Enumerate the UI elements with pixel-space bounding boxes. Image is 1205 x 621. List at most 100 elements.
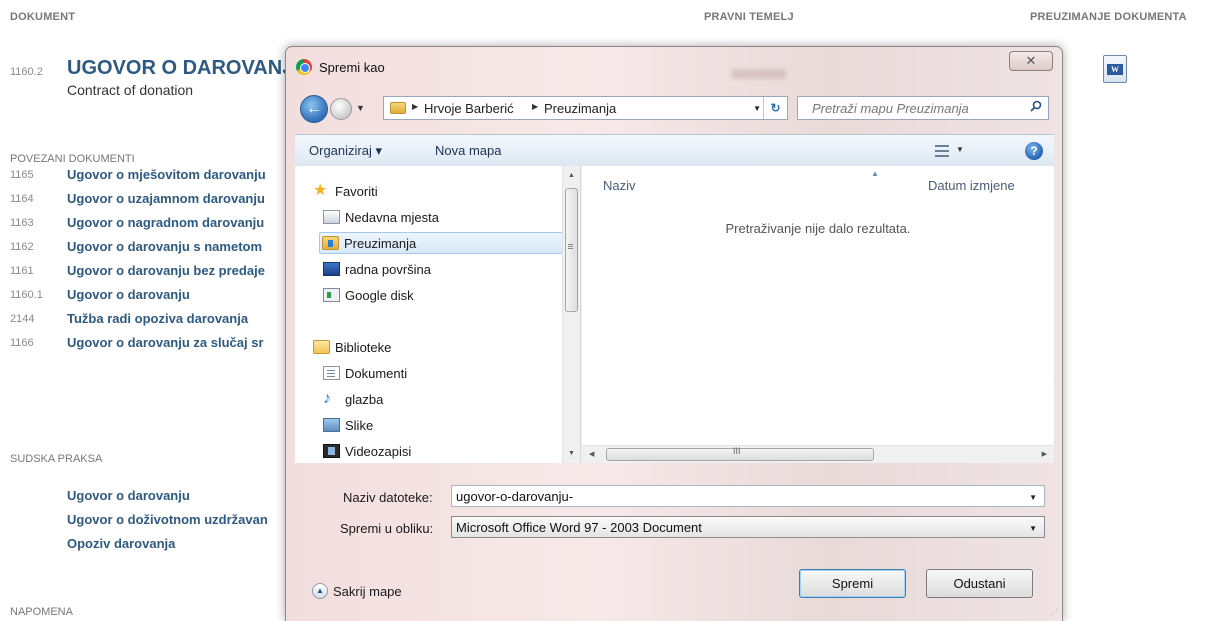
- related-number: 1162: [10, 241, 34, 253]
- desktop-icon: [323, 262, 340, 276]
- dialog-toolbar: Organiziraj ▾ Nova mapa ▼ ?: [295, 134, 1054, 166]
- nav-item-recent[interactable]: Nedavna mjesta: [321, 207, 561, 229]
- nav-label: Favoriti: [335, 184, 378, 199]
- hscroll-thumb[interactable]: III: [606, 446, 874, 461]
- related-link[interactable]: Ugovor o nagradnom darovanju: [67, 215, 264, 230]
- scroll-right-icon[interactable]: ▶: [1042, 450, 1047, 458]
- document-title: UGOVOR O DAROVANJ: [67, 57, 294, 79]
- scroll-down-icon[interactable]: ▼: [568, 450, 575, 457]
- case-law-link[interactable]: Ugovor o darovanju: [67, 488, 190, 503]
- nav-label: glazba: [345, 392, 384, 407]
- related-number: 2144: [10, 313, 35, 325]
- address-dropdown-icon[interactable]: ▼: [753, 104, 761, 113]
- file-list[interactable]: Naziv ▲ Datum izmjene Pretraživanje nije…: [582, 166, 1054, 463]
- nav-item-pictures[interactable]: Slike: [321, 415, 561, 437]
- refresh-icon[interactable]: ↻: [763, 97, 787, 119]
- resize-grip-icon[interactable]: ⋰: [1050, 608, 1058, 617]
- cancel-button[interactable]: Odustani: [926, 569, 1033, 598]
- search-icon[interactable]: [1030, 100, 1042, 112]
- hscroll-grip: III: [733, 446, 741, 456]
- related-link[interactable]: Ugovor o darovanju: [67, 287, 190, 302]
- organize-menu[interactable]: Organiziraj ▾: [309, 143, 382, 159]
- nav-label: Dokumenti: [345, 366, 408, 381]
- empty-result-message: Pretraživanje nije dalo rezultata.: [725, 221, 911, 236]
- address-bar[interactable]: ▶ Hrvoje Barberić ▶ Preuzimanja ▼ ↻: [383, 96, 788, 120]
- forward-button[interactable]: [330, 98, 352, 120]
- music-icon: ♪: [323, 390, 331, 407]
- nav-item-google-disk[interactable]: Google disk: [321, 285, 561, 307]
- nav-label: Videozapisi: [345, 444, 412, 459]
- pictures-icon: [323, 418, 340, 432]
- nav-item-music[interactable]: ♪ glazba: [321, 389, 561, 411]
- breadcrumb-arrow-icon[interactable]: ▶: [532, 102, 538, 111]
- related-number: 1166: [10, 337, 34, 349]
- nav-label: Google disk: [345, 288, 414, 303]
- blurred-text: [731, 69, 786, 79]
- related-number: 1161: [10, 265, 34, 277]
- breadcrumb-user[interactable]: Hrvoje Barberić: [424, 101, 514, 116]
- nav-item-documents[interactable]: Dokumenti: [321, 363, 561, 385]
- nav-label: Preuzimanja: [344, 236, 417, 251]
- case-law-link[interactable]: Ugovor o doživotnom uzdržavan: [67, 512, 268, 527]
- nav-label: Biblioteke: [335, 340, 392, 355]
- save-button[interactable]: Spremi: [799, 569, 906, 598]
- search-box[interactable]: Pretraži mapu Preuzimanja: [797, 96, 1049, 120]
- related-link[interactable]: Ugovor o darovanju bez predaje: [67, 263, 265, 278]
- nav-label: Nedavna mjesta: [345, 210, 439, 225]
- savetype-dropdown-icon[interactable]: ▼: [1029, 524, 1037, 533]
- related-link[interactable]: Tužba radi opoziva darovanja: [67, 311, 248, 326]
- section-case-law: SUDSKA PRAKSA: [10, 453, 103, 465]
- document-subtitle: Contract of donation: [67, 82, 194, 98]
- word-download-icon[interactable]: W: [1103, 55, 1127, 83]
- savetype-label: Spremi u obliku:: [340, 521, 434, 536]
- dialog-title: Spremi kao: [319, 60, 385, 75]
- navigation-scrollbar[interactable]: ▲ ▼: [562, 166, 580, 463]
- scroll-up-icon[interactable]: ▲: [568, 172, 575, 179]
- back-button[interactable]: ←: [300, 95, 328, 123]
- chrome-icon: [296, 59, 312, 75]
- history-dropdown-icon[interactable]: ▼: [356, 103, 365, 113]
- google-disk-icon: [323, 288, 340, 302]
- related-number: 1165: [10, 169, 34, 181]
- new-folder-button[interactable]: Nova mapa: [435, 143, 501, 158]
- related-link[interactable]: Ugovor o darovanju za slučaj sr: [67, 335, 264, 350]
- filename-label: Naziv datoteke:: [343, 490, 433, 505]
- nav-label: Slike: [345, 418, 374, 433]
- section-note: NAPOMENA: [10, 606, 73, 618]
- scroll-left-icon[interactable]: ◀: [589, 450, 594, 458]
- view-dropdown-icon[interactable]: ▼: [956, 145, 964, 154]
- hide-folders-label: Sakrij mape: [333, 584, 402, 599]
- close-button[interactable]: ✕: [1009, 51, 1053, 71]
- case-law-link[interactable]: Opoziv darovanja: [67, 536, 175, 551]
- column-name-header[interactable]: Naziv: [603, 178, 636, 193]
- nav-item-libraries[interactable]: Biblioteke: [311, 337, 551, 359]
- nav-item-downloads[interactable]: Preuzimanja: [319, 232, 563, 254]
- breadcrumb-downloads[interactable]: Preuzimanja: [544, 101, 616, 116]
- dialog-title-bar[interactable]: Spremi kao ✕: [286, 47, 1062, 85]
- scroll-thumb[interactable]: [565, 188, 578, 312]
- save-as-dialog: Spremi kao ✕ ← ▼ ▶ Hrvoje Barberić ▶ Pre…: [285, 46, 1063, 621]
- search-input[interactable]: Pretraži mapu Preuzimanja: [812, 101, 969, 116]
- libraries-icon: [313, 340, 330, 354]
- related-link[interactable]: Ugovor o darovanju s nametom: [67, 239, 262, 254]
- file-list-hscrollbar[interactable]: ◀ III ▶: [582, 445, 1054, 463]
- column-date-header[interactable]: Datum izmjene: [928, 178, 1015, 193]
- filename-field[interactable]: ugovor-o-darovanju- ▼: [451, 485, 1045, 507]
- help-icon[interactable]: ?: [1025, 142, 1043, 160]
- nav-item-favorites[interactable]: ★ Favoriti: [311, 181, 551, 203]
- related-link[interactable]: Ugovor o uzajamnom darovanju: [67, 191, 265, 206]
- column-header-download: PREUZIMANJE DOKUMENTA: [1030, 11, 1187, 23]
- breadcrumb-arrow-icon[interactable]: ▶: [412, 102, 418, 111]
- document-number: 1160.2: [10, 66, 43, 78]
- filename-dropdown-icon[interactable]: ▼: [1029, 493, 1037, 502]
- savetype-select[interactable]: Microsoft Office Word 97 - 2003 Document…: [451, 516, 1045, 538]
- documents-icon: [323, 366, 340, 380]
- filename-input[interactable]: ugovor-o-darovanju-: [456, 489, 573, 504]
- nav-label: radna površina: [345, 262, 431, 277]
- related-link[interactable]: Ugovor o mješovitom darovanju: [67, 167, 266, 182]
- related-number: 1163: [10, 217, 34, 229]
- related-number: 1160.1: [10, 289, 43, 301]
- nav-item-desktop[interactable]: radna površina: [321, 259, 561, 281]
- view-options-icon[interactable]: [935, 145, 949, 157]
- nav-item-videos[interactable]: Videozapisi: [321, 441, 561, 463]
